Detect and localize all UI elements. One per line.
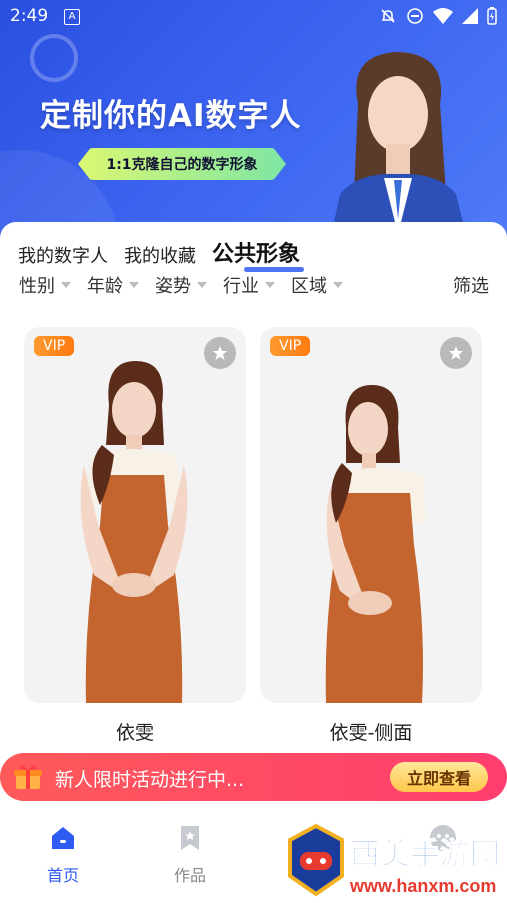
- tab-my-digital-human[interactable]: 我的数字人: [18, 242, 108, 268]
- bookmark-icon: [181, 826, 199, 850]
- wifi-icon: [433, 8, 453, 24]
- promo-banner[interactable]: 新人限时活动进行中... 立即查看: [0, 753, 507, 801]
- filter-bar: 性别 年龄 姿势 行业 区域 筛选: [19, 272, 489, 298]
- caret-down-icon: [265, 282, 275, 288]
- promo-text: 新人限时活动进行中...: [55, 769, 245, 791]
- dnd-icon: [407, 8, 423, 24]
- avatar-card-2[interactable]: VIP: [260, 327, 482, 703]
- filter-age-label: 年龄: [87, 276, 123, 297]
- caret-down-icon: [61, 282, 71, 288]
- avatar-card-2-name: 依雯-侧面: [329, 722, 413, 744]
- filter-pose[interactable]: 姿势: [155, 272, 207, 298]
- digital-human-avatar-image: [328, 52, 470, 250]
- nav-home-label: 首页: [46, 866, 79, 885]
- decor-circle: [30, 34, 78, 82]
- nav-home[interactable]: 首页: [28, 824, 98, 886]
- site-watermark: 西美手游网 www.hanxm.com: [288, 823, 501, 897]
- tab-public-images[interactable]: 公共形象: [212, 236, 304, 272]
- watermark-title: 西美手游网: [350, 837, 500, 871]
- screen-button[interactable]: 筛选: [453, 272, 489, 298]
- filter-industry-label: 行业: [223, 276, 259, 297]
- status-time: 2:49: [10, 6, 49, 26]
- gift-icon: [14, 765, 42, 789]
- banner-headline: 定制你的AI数字人: [40, 98, 302, 134]
- watermark-url: www.hanxm.com: [349, 876, 496, 896]
- status-a-icon: A: [64, 9, 80, 25]
- favorite-star-button[interactable]: [204, 337, 236, 369]
- home-icon: [52, 827, 74, 849]
- tab-bar: 我的数字人 我的收藏 公共形象: [18, 236, 304, 272]
- banner-subline: 1:1克隆自己的数字形象: [78, 148, 286, 180]
- caret-down-icon: [197, 282, 207, 288]
- filter-age[interactable]: 年龄: [87, 272, 139, 298]
- star-icon: [449, 346, 463, 360]
- promo-view-button[interactable]: 立即查看: [390, 762, 488, 792]
- avatar-card-1[interactable]: VIP: [24, 327, 246, 703]
- woman-side-figure-image: [325, 385, 426, 703]
- filter-gender-label: 性别: [19, 276, 55, 297]
- tab-my-favorites[interactable]: 我的收藏: [124, 242, 196, 268]
- status-bar: 2:49 A: [0, 0, 507, 34]
- nav-works[interactable]: 作品: [155, 824, 225, 886]
- bell-off-icon: [381, 9, 395, 23]
- filter-region[interactable]: 区域: [291, 272, 343, 298]
- filter-gender[interactable]: 性别: [19, 272, 71, 298]
- avatar-card-1-name: 依雯: [115, 722, 154, 744]
- status-icons: [379, 7, 497, 25]
- banner[interactable]: 定制你的AI数字人 1:1克隆自己的数字形象: [0, 0, 507, 250]
- tab-public-images-label: 公共形象: [212, 242, 301, 267]
- filter-industry[interactable]: 行业: [223, 272, 275, 298]
- vip-badge: VIP: [34, 336, 75, 356]
- nav-works-label: 作品: [173, 866, 206, 885]
- filter-region-label: 区域: [291, 276, 327, 297]
- caret-down-icon: [333, 282, 343, 288]
- favorite-star-button[interactable]: [440, 337, 472, 369]
- signal-icon: [462, 8, 478, 24]
- battery-icon: [487, 7, 497, 25]
- vip-badge: VIP: [270, 336, 311, 356]
- filter-pose-label: 姿势: [155, 276, 191, 297]
- woman-front-figure-image: [80, 361, 188, 703]
- caret-down-icon: [129, 282, 139, 288]
- star-icon: [213, 346, 227, 360]
